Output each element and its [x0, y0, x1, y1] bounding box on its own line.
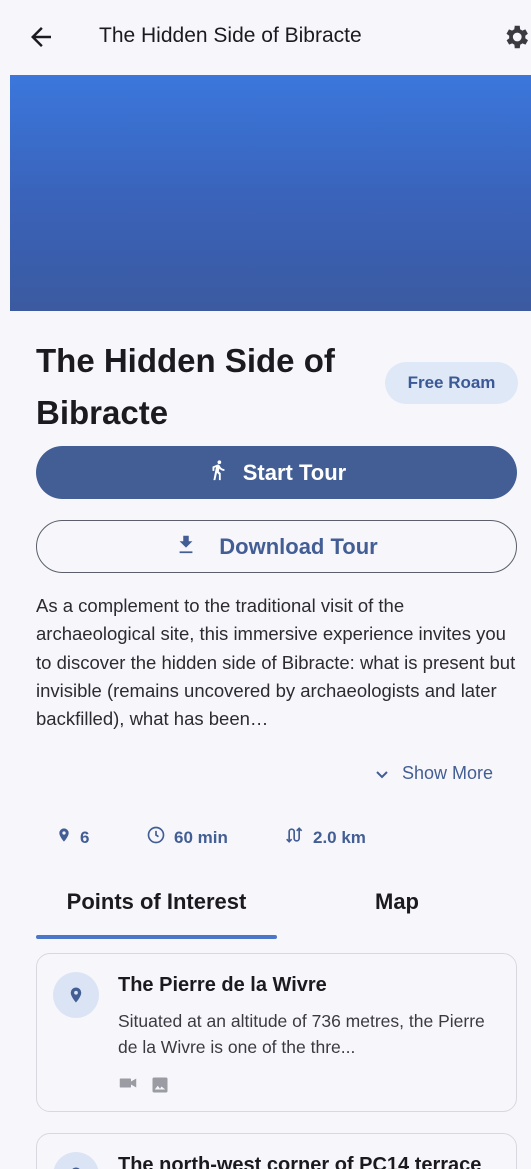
tour-mode-chip: Free Roam: [385, 362, 518, 404]
poi-card[interactable]: The Pierre de la Wivre Situated at an al…: [36, 953, 517, 1112]
app-bar: The Hidden Side of Bibracte: [0, 0, 531, 75]
poi-location-pin-icon: [53, 1152, 99, 1169]
poi-location-pin-icon: [53, 972, 99, 1018]
back-arrow-icon[interactable]: [26, 22, 56, 52]
poi-title: The Pierre de la Wivre: [118, 974, 327, 996]
image-icon: [151, 1076, 169, 1099]
content-tabs: Points of Interest Map: [36, 880, 517, 940]
video-icon: [119, 1076, 137, 1099]
tour-hero-image: [10, 75, 531, 311]
poi-title: The north-west corner of PC14 terrace: [118, 1154, 482, 1169]
appbar-title: The Hidden Side of Bibracte: [99, 24, 362, 47]
stat-points-value: 6: [80, 827, 90, 847]
download-tour-button[interactable]: Download Tour: [36, 520, 517, 573]
clock-icon: [146, 825, 166, 850]
poi-description: Situated at an altitude of 736 metres, t…: [118, 1011, 485, 1057]
stat-distance: 2.0 km: [285, 825, 366, 850]
location-pin-icon: [56, 825, 72, 850]
tour-description: As a complement to the traditional visit…: [36, 595, 516, 730]
active-tab-indicator: [36, 935, 277, 939]
walking-person-icon: [207, 457, 229, 489]
start-tour-button[interactable]: Start Tour: [36, 446, 517, 499]
stat-duration: 60 min: [146, 825, 228, 850]
poi-card[interactable]: The north-west corner of PC14 terrace: [36, 1133, 517, 1169]
show-more-button[interactable]: Show More: [376, 760, 493, 786]
show-more-label: Show More: [402, 762, 494, 783]
stat-points: 6: [56, 825, 89, 850]
route-icon: [285, 825, 305, 850]
poi-media-icons: [119, 1076, 169, 1099]
download-icon: [175, 532, 197, 562]
start-tour-label: Start Tour: [242, 459, 347, 485]
settings-gear-icon[interactable]: [501, 22, 531, 52]
tab-points-of-interest[interactable]: Points of Interest: [36, 880, 277, 936]
tour-title: The Hidden Side of Bibracte: [36, 342, 335, 431]
stat-duration-value: 60 min: [174, 827, 228, 847]
chevron-down-icon: [376, 763, 388, 784]
stat-distance-value: 2.0 km: [313, 827, 366, 847]
tab-map[interactable]: Map: [277, 880, 517, 936]
download-tour-label: Download Tour: [219, 533, 378, 559]
